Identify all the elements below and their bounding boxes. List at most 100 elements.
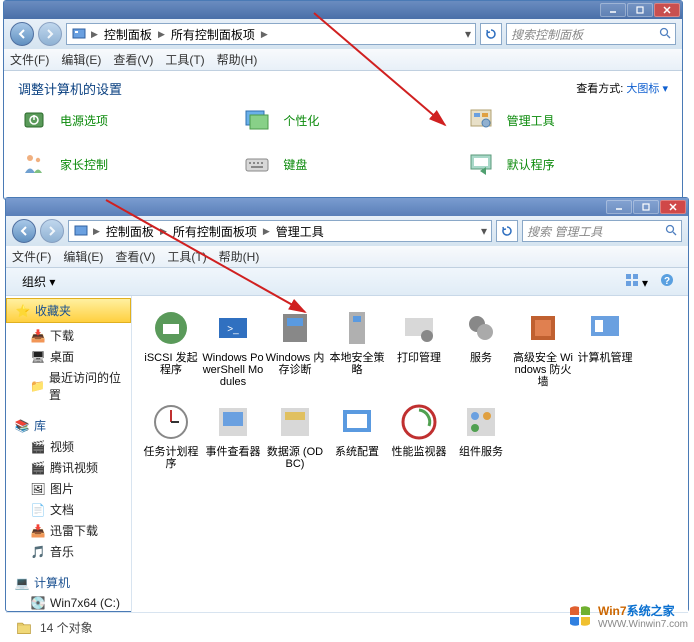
cp-item-defaultprog[interactable]: 默认程序 (465, 148, 668, 180)
sidebar-item-drive-c[interactable]: 💽Win7x64 (C:) (14, 593, 123, 612)
file-item[interactable]: 事件查看器 (202, 400, 264, 470)
sidebar-item-downloads[interactable]: 📥下载 (14, 325, 123, 346)
refresh-button[interactable] (496, 220, 518, 242)
search-icon (659, 27, 671, 42)
menu-tools[interactable]: 工具(T) (165, 51, 204, 68)
menu-file[interactable]: 文件(F) (10, 51, 49, 68)
cp-label: 管理工具 (507, 112, 555, 129)
organize-button[interactable]: 组织 ▾ (14, 271, 63, 292)
sidebar-libraries[interactable]: 📚库 (14, 415, 123, 436)
sidebar-item-desktop[interactable]: 🖥桌面 (14, 346, 123, 367)
file-item[interactable]: Windows 内存诊断 (264, 306, 326, 388)
menu-edit[interactable]: 编辑(E) (63, 248, 103, 265)
file-item[interactable]: 数据源 (ODBC) (264, 400, 326, 470)
chevron-right-icon: ▶ (263, 226, 270, 237)
chevron-right-icon: ▶ (261, 29, 268, 40)
file-label: 本地安全策略 (326, 352, 388, 376)
sb-label: 下载 (50, 327, 74, 344)
crumb-3[interactable]: 管理工具 (274, 223, 326, 240)
breadcrumb[interactable]: ▶ 控制面板 ▶ 所有控制面板项 ▶ 管理工具 ▾ (68, 220, 492, 242)
file-item[interactable]: 任务计划程序 (140, 400, 202, 470)
menu-help[interactable]: 帮助(H) (217, 51, 258, 68)
menu-view[interactable]: 查看(V) (113, 51, 153, 68)
cp-item-keyboard[interactable]: 键盘 (241, 148, 444, 180)
file-icon (335, 306, 379, 350)
sidebar-item-pictures[interactable]: 🖼图片 (14, 478, 123, 499)
minimize-button[interactable] (600, 3, 626, 17)
back-button[interactable] (12, 219, 36, 243)
drive-icon: 💽 (30, 595, 46, 611)
menu-help[interactable]: 帮助(H) (219, 248, 260, 265)
sb-label: 最近访问的位置 (49, 369, 123, 403)
crumb-2[interactable]: 所有控制面板项 (171, 223, 259, 240)
dropdown-icon[interactable]: ▾ (481, 224, 487, 238)
menu-edit[interactable]: 编辑(E) (61, 51, 101, 68)
forward-button[interactable] (38, 22, 62, 46)
cp-item-personalize[interactable]: 个性化 (241, 104, 444, 136)
sidebar-item-documents[interactable]: 📄文档 (14, 499, 123, 520)
desktop-icon: 🖥 (30, 349, 46, 365)
file-item[interactable]: 服务 (450, 306, 512, 388)
defaultprog-icon (465, 148, 497, 180)
search-input[interactable]: 搜索 管理工具 (522, 220, 682, 242)
sidebar-computer[interactable]: 💻计算机 (14, 572, 123, 593)
sidebar-item-xunlei[interactable]: 📥迅雷下载 (14, 520, 123, 541)
forward-button[interactable] (40, 219, 64, 243)
video-icon: 🎬 (30, 460, 46, 476)
cp-item-admintools[interactable]: 管理工具 (465, 104, 668, 136)
breadcrumb[interactable]: ▶ 控制面板 ▶ 所有控制面板项 ▶ ▾ (66, 23, 476, 45)
dropdown-icon[interactable]: ▾ (465, 27, 471, 41)
sb-label: 腾讯视频 (50, 459, 98, 476)
file-item[interactable]: 组件服务 (450, 400, 512, 470)
close-button[interactable] (654, 3, 680, 17)
file-item[interactable]: 本地安全策略 (326, 306, 388, 388)
file-item[interactable]: 性能监视器 (388, 400, 450, 470)
svg-text:>_: >_ (227, 324, 239, 335)
close-button[interactable] (660, 200, 686, 214)
minimize-button[interactable] (606, 200, 632, 214)
sb-label: 图片 (50, 480, 74, 497)
file-item[interactable]: >_Windows PowerShell Modules (202, 306, 264, 388)
menu-view[interactable]: 查看(V) (115, 248, 155, 265)
menu-tools[interactable]: 工具(T) (167, 248, 206, 265)
sidebar-favorites[interactable]: ⭐ 收藏夹 (6, 298, 131, 323)
crumb-1[interactable]: 控制面板 (102, 26, 154, 43)
address-bar: ▶ 控制面板 ▶ 所有控制面板项 ▶ 管理工具 ▾ 搜索 管理工具 (6, 216, 688, 246)
cp-item-power[interactable]: 电源选项 (18, 104, 221, 136)
personalize-icon (241, 104, 273, 136)
file-item[interactable]: 计算机管理 (574, 306, 636, 388)
wm-url: WWW.Winwin7.com (598, 619, 688, 630)
sb-label: 库 (34, 417, 46, 434)
sidebar-item-recent[interactable]: 📁最近访问的位置 (14, 367, 123, 405)
file-label: 任务计划程序 (140, 446, 202, 470)
file-icon (273, 400, 317, 444)
folder-icon (16, 620, 32, 636)
file-item[interactable]: 系统配置 (326, 400, 388, 470)
sidebar-item-music[interactable]: 🎵音乐 (14, 541, 123, 562)
maximize-button[interactable] (627, 3, 653, 17)
control-panel-window: ▶ 控制面板 ▶ 所有控制面板项 ▶ ▾ 搜索控制面板 文件(F) 编辑(E) … (3, 0, 683, 200)
page-title: 调整计算机的设置 (18, 79, 122, 98)
music-icon: 🎵 (30, 544, 46, 560)
file-item[interactable]: 打印管理 (388, 306, 450, 388)
chevron-right-icon: ▶ (160, 226, 167, 237)
sidebar-item-tencent[interactable]: 🎬腾讯视频 (14, 457, 123, 478)
sidebar: ⭐ 收藏夹 📥下载 🖥桌面 📁最近访问的位置 📚库 🎬视频 🎬腾讯视频 🖼图片 … (6, 296, 132, 612)
file-item[interactable]: iSCSI 发起程序 (140, 306, 202, 388)
chevron-right-icon: ▶ (158, 29, 165, 40)
document-icon: 📄 (30, 502, 46, 518)
back-button[interactable] (10, 22, 34, 46)
view-mode-link[interactable]: 大图标 ▾ (626, 83, 668, 95)
sidebar-item-videos[interactable]: 🎬视频 (14, 436, 123, 457)
search-input[interactable]: 搜索控制面板 (506, 23, 676, 45)
maximize-button[interactable] (633, 200, 659, 214)
cp-item-parental[interactable]: 家长控制 (18, 148, 221, 180)
star-icon: ⭐ (15, 303, 31, 319)
help-button[interactable]: ? (654, 273, 680, 290)
menu-file[interactable]: 文件(F) (12, 248, 51, 265)
view-button[interactable]: ▾ (619, 273, 654, 290)
crumb-2[interactable]: 所有控制面板项 (169, 26, 257, 43)
refresh-button[interactable] (480, 23, 502, 45)
crumb-1[interactable]: 控制面板 (104, 223, 156, 240)
file-item[interactable]: 高级安全 Windows 防火墙 (512, 306, 574, 388)
